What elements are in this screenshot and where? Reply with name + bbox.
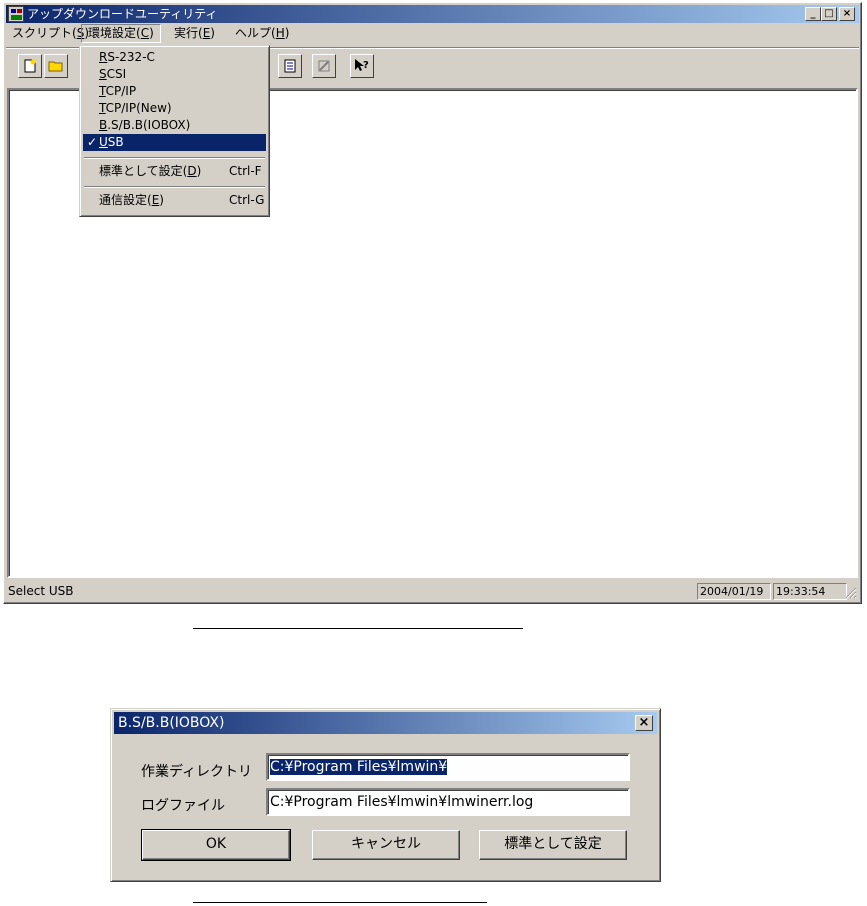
- help-pointer-icon[interactable]: ?: [350, 54, 374, 78]
- status-time: 19:33:54: [773, 583, 847, 600]
- menu-option-bsbb-iobox[interactable]: B.S/B.B(IOBOX): [83, 117, 266, 134]
- menu-option-usb[interactable]: ✓ USB: [83, 134, 266, 151]
- iobox-dialog: B.S/B.B(IOBOX) × 作業ディレクトリ C:¥Program Fil…: [110, 708, 661, 882]
- close-icon[interactable]: ×: [839, 7, 855, 21]
- status-date: 2004/01/19: [697, 583, 771, 600]
- disabled-pencil-icon[interactable]: [312, 54, 336, 78]
- open-folder-icon[interactable]: [44, 54, 68, 78]
- app-icon: [8, 6, 24, 22]
- status-text: Select USB: [8, 584, 74, 598]
- menu-option-scsi[interactable]: SCSI: [83, 66, 266, 83]
- maximize-icon[interactable]: □: [821, 7, 837, 21]
- work-dir-input[interactable]: C:¥Program Files¥lmwin¥: [266, 753, 630, 781]
- ok-button[interactable]: OK: [141, 829, 291, 861]
- list-icon[interactable]: [278, 54, 302, 78]
- menu-comm-settings[interactable]: 通信設定(E) Ctrl-G: [83, 192, 266, 209]
- check-icon: ✓: [87, 135, 98, 149]
- close-icon[interactable]: ×: [635, 715, 653, 731]
- new-file-icon[interactable]: [18, 54, 42, 78]
- cancel-button[interactable]: キャンセル: [312, 830, 460, 860]
- log-file-label: ログファイル: [141, 798, 225, 814]
- menu-option-tcpip[interactable]: TCP/IP: [83, 83, 266, 100]
- dialog-title: B.S/B.B(IOBOX): [118, 715, 225, 731]
- menu-set-as-default[interactable]: 標準として設定(D) Ctrl-F: [83, 163, 266, 180]
- title-bar[interactable]: アップダウンロードユーティリティ _ □ ×: [6, 5, 859, 23]
- menu-option-tcpip-new[interactable]: TCP/IP(New): [83, 100, 266, 117]
- minimize-icon[interactable]: _: [805, 7, 821, 21]
- svg-text:?: ?: [363, 60, 369, 71]
- menu-separator: [84, 186, 265, 188]
- set-default-button[interactable]: 標準として設定: [479, 830, 627, 860]
- window-title: アップダウンロードユーティリティ: [27, 7, 218, 21]
- dialog-title-bar[interactable]: B.S/B.B(IOBOX) ×: [114, 712, 657, 734]
- caption-line: [193, 902, 487, 903]
- menu-run[interactable]: 実行(E): [168, 24, 221, 43]
- log-file-input[interactable]: C:¥Program Files¥lmwin¥lmwinerr.log: [266, 788, 630, 816]
- menu-help[interactable]: ヘルプ(H): [229, 24, 295, 43]
- menu-settings[interactable]: 環境設定(C): [81, 24, 161, 43]
- menu-separator: [84, 157, 265, 159]
- caption-line: [193, 628, 523, 629]
- settings-dropdown: RS-232-C SCSI TCP/IP TCP/IP(New) B.S/B.B…: [79, 45, 270, 217]
- menu-bar: スクリプト(S) 環境設定(C) 実行(E) ヘルプ(H): [6, 24, 859, 43]
- menu-option-rs232c[interactable]: RS-232-C: [83, 49, 266, 66]
- resize-grip-icon[interactable]: [845, 587, 857, 599]
- work-dir-label: 作業ディレクトリ: [141, 764, 253, 780]
- status-bar: Select USB 2004/01/19 19:33:54: [6, 581, 859, 601]
